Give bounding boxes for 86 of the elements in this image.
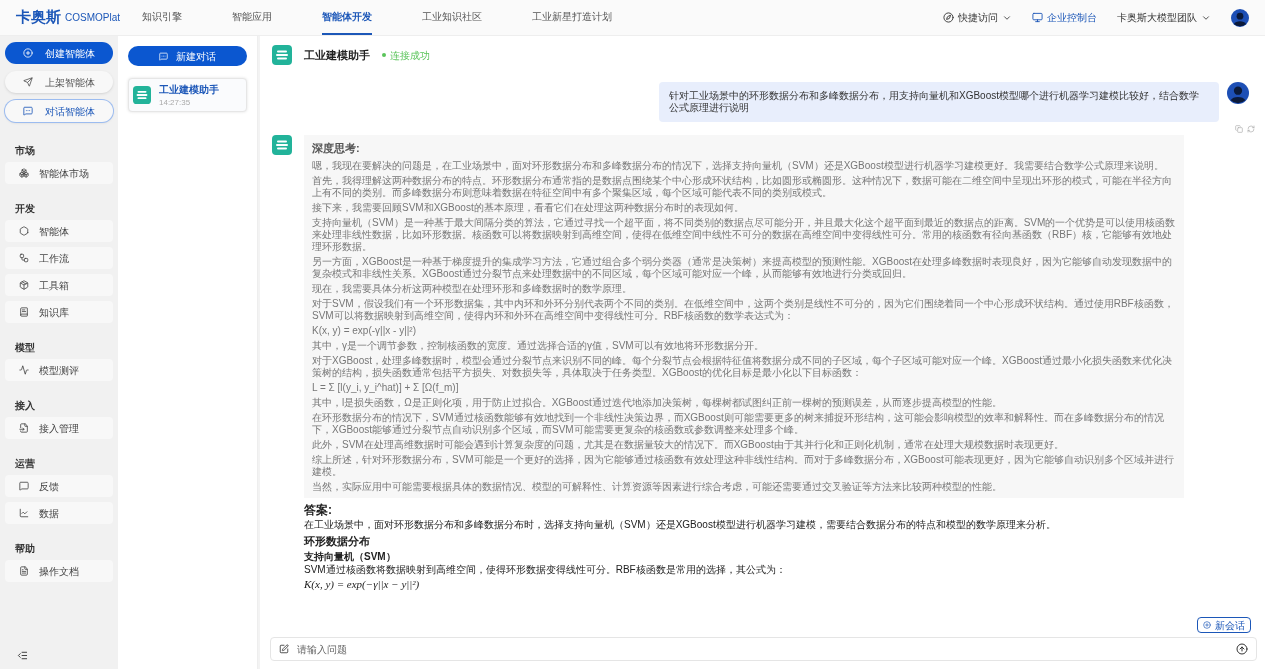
chat-icon [159, 51, 168, 61]
nav-tab[interactable]: 工业新星打造计划 [532, 0, 612, 35]
sidebar-item[interactable]: 工作流 [5, 247, 113, 269]
menu-item-icon [19, 253, 29, 263]
sidebar-item[interactable]: 知识库 [5, 301, 113, 323]
thinking-paragraph: L = Σ [l(y_i, y_i^hat)] + Σ [Ω(f_m)] [312, 381, 460, 394]
answer-subheading: 支持向量机（SVM） [304, 550, 397, 564]
menu-item-icon [19, 307, 29, 317]
thinking-paragraph: 现在，我需要具体分析这两种模型在处理环形和多峰数据时的数学原理。 [312, 282, 633, 295]
thinking-paragraph: 支持向量机（SVM）是一种基于最大间隔分类的算法，它通过寻找一个超平面，将不同类别的数据点尽可能分开，并且最大化这个超平面到最近的数据点的距离。SVM的一个优势是可以使用核函数来处理非线性数据，比如环形数据。核函数可以将数据映射到高维空间，使得在低维空间中线性不可分的数据在高维空间中变得线性可分。常用的核函数有径向基函数（RBF）核，它能够有效地处理环形数据。 [312, 216, 1176, 253]
sidebar-item[interactable]: 工具箱 [5, 274, 113, 296]
sidebar-item[interactable]: 反馈 [5, 475, 113, 497]
section-title: 运营 [14, 457, 36, 471]
menu-item-icon [19, 280, 29, 290]
thinking-paragraph: 另一方面，XGBoost是一种基于梯度提升的集成学习方法，它通过组合多个弱分类器（通常是决策树）来提高模型的预测性能。XGBoost在处理多峰数据时表现良好，因为它能够自动发现数据中的复杂模式和非线性关系。XGBoost通过分裂节点来处理数据中的不同区域，每个区域可能对应一个峰，从而能够有效地进行分类或回归。 [312, 255, 1174, 280]
thinking-paragraph: 综上所述，针对环形数据分布，SVM可能是一个更好的选择，因为它能够通过核函数有效处理这种非线性结构。而对于多峰数据分布，XGBoost可能表现更好，因为它能够自动识别多个区域并进行建模。 [312, 453, 1175, 478]
new-chat-button[interactable]: 新建对话 [128, 46, 247, 66]
thinking-paragraph: 当然，实际应用中可能需要根据具体的数据情况、模型的可解释性、计算资源等因素进行综合考虑，可能还需要通过交叉验证等方法来比较两种模型的性能。 [312, 480, 1003, 493]
thinking-paragraph: 接下来，我需要回顾SVM和XGBoost的基本原理，看看它们在处理这两种数据分布时的表现如何。 [312, 201, 745, 214]
sidebar-item[interactable]: 数据 [5, 502, 113, 524]
sidebar-item[interactable]: 接入管理 [5, 417, 113, 439]
sidebar-item[interactable]: 模型测评 [5, 359, 113, 381]
sidebar-item[interactable]: 智能体市场 [5, 162, 113, 184]
menu-item-icon [19, 226, 29, 236]
thinking-paragraph: 此外，SVM在处理高维数据时可能会遇到计算复杂度的问题，尤其是在数据量较大的情况下。而XGBoost由于其并行化和正则化机制，通常在处理大规模数据时表现更好。 [312, 438, 1065, 451]
thinking-paragraph: K(x, y) = exp(-γ||x - y||²) [312, 324, 417, 337]
sidebar-action-button[interactable]: 上架智能体 [5, 71, 113, 93]
answer-heading: 环形数据分布 [304, 533, 371, 549]
agent-icon [133, 86, 151, 104]
answer-title: 答案: [304, 501, 333, 519]
section-title: 市场 [14, 144, 36, 158]
quick-access-dropdown[interactable]: 快捷访问 [943, 10, 1012, 25]
input-text: 请输入问题 [297, 641, 1228, 657]
answer-text: 在工业场景中，面对环形数据分布和多峰数据分布时，选择支持向量机（SVM）还是XGBoost模型进行机器学习建模，需要结合数据分布的特点和模型的数学原理来分析。 [304, 518, 1057, 531]
menu-item-icon [19, 481, 29, 491]
collapse-icon[interactable] [17, 650, 28, 661]
avatar-icon [1231, 8, 1249, 27]
agent-name: 工业建模助手 [304, 47, 370, 63]
sidebar-item[interactable]: 智能体 [5, 220, 113, 242]
thinking-paragraph: 在环形数据分布的情况下，SVM通过核函数能够有效地找到一个非线性决策边界，而XGBoost则可能需要更多的树来捕捉环形结构，这可能会影响模型的效率和解释性。而在多峰数据分布的情况下，XGBoost能够通过分裂节点自动识别多个区域，而SVM可能需要更复杂的核函数或参数调整来处理多个峰。 [312, 411, 1165, 436]
action-icon [23, 77, 33, 87]
console-link[interactable]: 企业控制台 [1032, 10, 1097, 25]
thinking-paragraph: 首先，我得理解这两种数据分布的特点。环形数据分布通常指的是数据点围绕某个中心形成环状结构，比如圆形或椭圆形。这种情况下，数据可能在二维空间中呈现出环形的模式，可能在半径方向上有不同的类别。而多峰数据分布则意味着数据在特征空间中有多个聚集区域，每个区域可能代表不同的类别或模式。 [312, 174, 1173, 199]
menu-item-icon [19, 168, 29, 178]
conversation-time: 14:27:35 [159, 96, 191, 109]
section-title: 帮助 [14, 542, 36, 556]
answer-text: SVM通过核函数将数据映射到高维空间，使得环形数据变得线性可分。RBF核函数是常用的选择，其公式为： [304, 564, 787, 576]
nav-tab[interactable]: 工业知识社区 [422, 0, 482, 35]
question-input[interactable]: 请输入问题 [270, 637, 1257, 661]
team-dropdown[interactable]: 卡奥斯大模型团队 [1117, 10, 1211, 25]
menu-item-icon [19, 423, 29, 433]
thinking-paragraph: 嗯，我现在要解决的问题是，在工业场景中，面对环形数据分布和多峰数据分布的情况下，选择支持向量机（SVM）还是XGBoost模型进行机器学习建模更好。我需要结合数学公式原理来说明。 [312, 159, 1165, 172]
conversation-title: 工业建模助手 [159, 82, 219, 97]
sidebar-item[interactable]: 操作文档 [5, 560, 113, 582]
user-message: 针对工业场景中的环形数据分布和多峰数据分布，用支持向量机和XGBoost模型哪个进行机器学习建模比较好，结合数学公式原理进行说明 [659, 82, 1219, 122]
section-title: 接入 [14, 399, 36, 413]
conversation-item[interactable]: 工业建模助手 14:27:35 [128, 78, 247, 112]
section-title: 模型 [14, 341, 36, 355]
action-icon [23, 48, 33, 58]
action-icon [23, 106, 33, 116]
menu-item-icon [19, 508, 29, 518]
send-icon[interactable] [1236, 643, 1248, 655]
section-title: 开发 [14, 202, 36, 216]
formula: K(x, y) = exp(−γ||x − y||²) [304, 577, 421, 592]
nav-tab[interactable]: 智能应用 [232, 0, 272, 35]
compass-icon [943, 12, 954, 23]
sidebar-action-button[interactable]: 对话智能体 [5, 100, 113, 122]
thinking-paragraph: 其中，l是损失函数，Ω是正则化项，用于防止过拟合。XGBoost通过迭代地添加决策树，每棵树都试图纠正前一棵树的预测误差，从而逐步提高模型的性能。 [312, 396, 1003, 409]
edit-icon [279, 644, 289, 654]
thinking-paragraph: 其中，γ是一个调节参数，控制核函数的宽度。通过选择合适的γ值，SVM可以有效地将环形数据分开。 [312, 339, 765, 352]
menu-item-icon [19, 365, 29, 375]
monitor-icon [1032, 12, 1043, 23]
avatar-icon [1227, 82, 1249, 104]
logo-subtext[interactable]: COSMOPlat [65, 10, 120, 25]
new-session-button[interactable]: 新会话 [1197, 617, 1251, 633]
status-text: 连接成功 [390, 48, 430, 63]
menu-item-icon [19, 566, 29, 576]
thinking-title: 深度思考: [312, 141, 361, 156]
plus-icon [1203, 621, 1211, 629]
agent-icon [272, 135, 292, 155]
sidebar-action-button[interactable]: 创建智能体 [5, 42, 113, 64]
nav-tab[interactable]: 知识引擎 [142, 0, 182, 35]
logo-text[interactable]: 卡奥斯 [16, 6, 61, 29]
thinking-paragraph: 对于XGBoost，处理多峰数据时，模型会通过分裂节点来识别不同的峰。每个分裂节点会根据特征值将数据分成不同的子区域，每个子区域可能对应一个峰。XGBoost通过最小化损失函数来优化决策树的结构，损失函数通常包括平方损失、对数损失等，具体取决于任务类型。XGBoost的优化目标是最小化以下目标函数： [312, 354, 1174, 379]
agent-icon [272, 45, 292, 65]
thinking-paragraph: 对于SVM，假设我们有一个环形数据集，其中内环和外环分别代表两个不同的类别。在低维空间中，这两个类别是线性不可分的，因为它们围绕着同一个中心形成环状结构。通过使用RBF核函数，SVM可以将数据映射到高维空间，使得内环和外环在高维空间中变得线性可分。RBF核函数的数学表达式为： [312, 297, 1175, 322]
